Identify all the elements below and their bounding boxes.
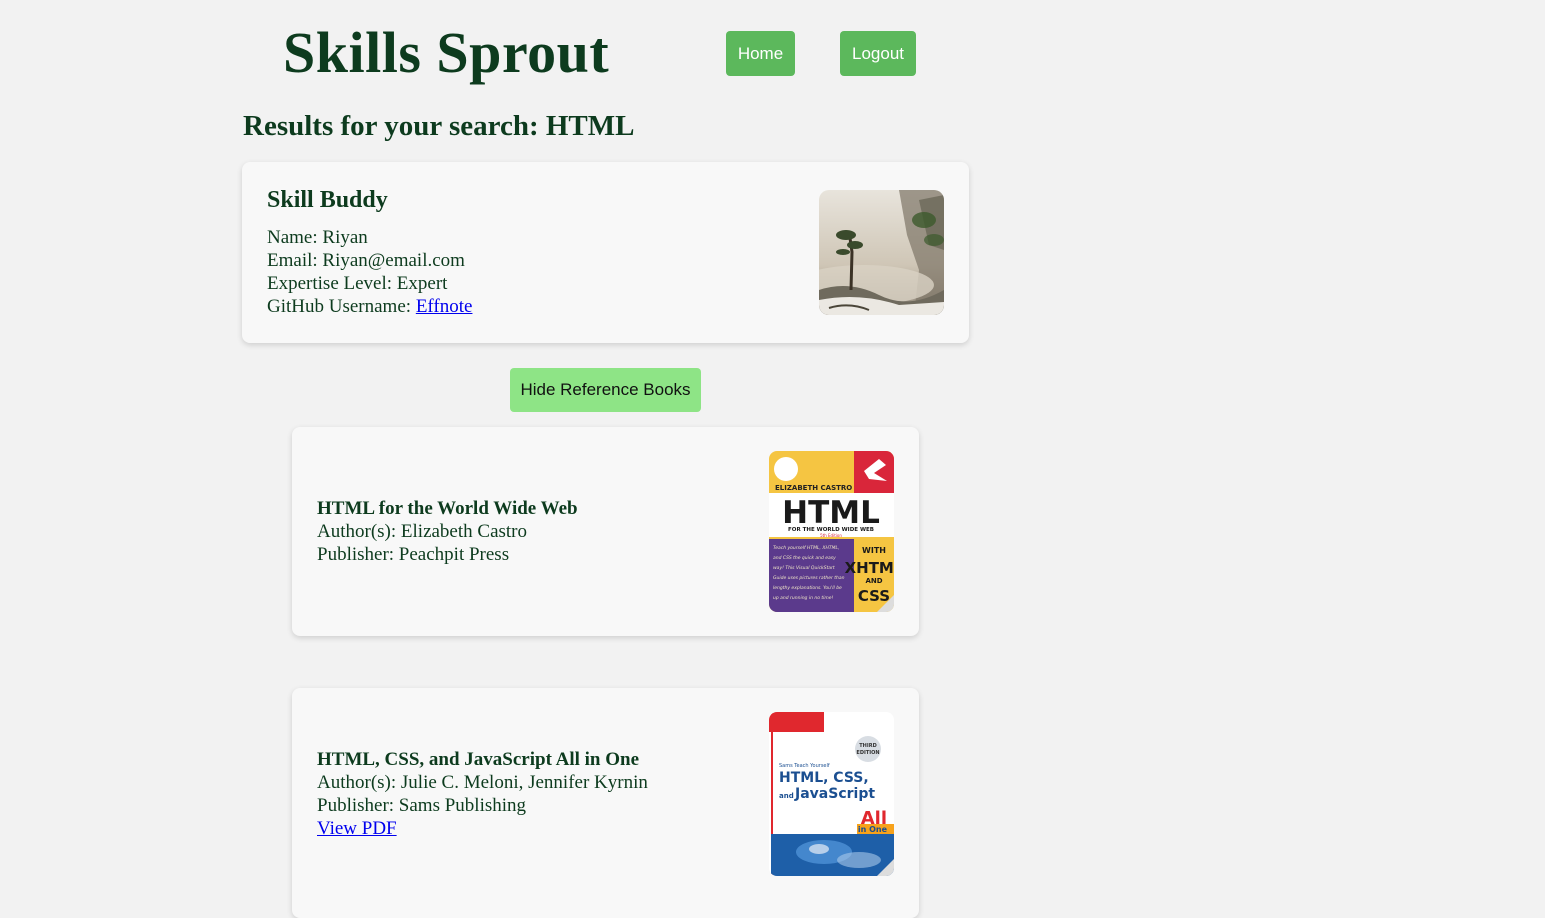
skill-buddy-card: Skill Buddy Name: Riyan Email: Riyan@ema… — [242, 162, 969, 343]
book-cover-image: THIRD EDITION Sams Teach Yourself HTML, … — [769, 712, 894, 876]
hide-reference-books-button[interactable]: Hide Reference Books — [510, 368, 701, 412]
svg-text:up and running in no time!: up and running in no time! — [773, 595, 834, 601]
book-publisher: Publisher: Sams Publishing — [317, 795, 527, 816]
svg-text:EDITION: EDITION — [856, 750, 879, 756]
svg-text:5th Edition: 5th Edition — [820, 533, 842, 538]
svg-text:Guide uses pictures rather tha: Guide uses pictures rather than — [773, 575, 845, 581]
book-card: HTML, CSS, and JavaScript All in One Aut… — [292, 688, 919, 918]
buddy-avatar — [819, 190, 944, 315]
book-publisher: Publisher: Peachpit Press — [317, 544, 510, 565]
view-pdf-link[interactable]: View PDF — [317, 818, 397, 839]
svg-text:lengthy explanations. You'll b: lengthy explanations. You'll be — [773, 585, 842, 591]
svg-text:way! This Visual QuickStart: way! This Visual QuickStart — [773, 565, 835, 571]
svg-text:HTML, CSS,: HTML, CSS, — [779, 770, 869, 786]
svg-text:AND: AND — [865, 577, 882, 585]
book-cover-image: ELIZABETH CASTRO HTML FOR THE WORLD WIDE… — [769, 451, 894, 612]
book-title: HTML, CSS, and JavaScript All in One — [317, 749, 640, 770]
svg-text:JavaScript: JavaScript — [794, 786, 875, 802]
buddy-expertise: Expertise Level: Expert — [267, 273, 448, 294]
results-heading: Results for your search: HTML — [243, 110, 635, 142]
svg-text:THIRD: THIRD — [859, 743, 876, 749]
landscape-photo — [819, 190, 944, 315]
book-authors: Author(s): Elizabeth Castro — [317, 521, 528, 542]
svg-text:CSS: CSS — [858, 587, 890, 605]
svg-text:ELIZABETH CASTRO: ELIZABETH CASTRO — [775, 484, 852, 492]
github-username-link[interactable]: Effnote — [416, 296, 473, 317]
book-info: HTML for the World Wide Web Author(s): E… — [317, 497, 578, 566]
book-authors: Author(s): Julie C. Meloni, Jennifer Kyr… — [317, 772, 648, 793]
svg-text:Teach yourself HTML, XHTML,: Teach yourself HTML, XHTML, — [773, 545, 839, 551]
book-title: HTML for the World Wide Web — [317, 498, 578, 519]
buddy-github: GitHub Username: Effnote — [267, 295, 472, 318]
svg-text:and CSS the quick and easy: and CSS the quick and easy — [773, 555, 836, 561]
home-button[interactable]: Home — [726, 31, 795, 76]
skill-buddy-title: Skill Buddy — [267, 187, 388, 213]
logout-button[interactable]: Logout — [840, 31, 916, 76]
svg-text:XHTML: XHTML — [845, 559, 894, 577]
svg-text:WITH: WITH — [862, 546, 886, 555]
svg-text:and: and — [779, 792, 794, 800]
buddy-email: Email: Riyan@email.com — [267, 250, 465, 271]
site-title: Skills Sprout — [283, 20, 610, 85]
book-card: HTML for the World Wide Web Author(s): E… — [292, 427, 919, 636]
buddy-name: Name: Riyan — [267, 227, 368, 248]
svg-text:Sams Teach Yourself: Sams Teach Yourself — [779, 763, 830, 769]
book-info: HTML, CSS, and JavaScript All in One Aut… — [317, 748, 648, 840]
svg-text:in One: in One — [858, 825, 888, 834]
github-label: GitHub Username: — [267, 296, 416, 317]
skill-buddy-info: Name: Riyan Email: Riyan@email.com Exper… — [267, 226, 472, 318]
svg-text:HTML: HTML — [782, 495, 880, 531]
